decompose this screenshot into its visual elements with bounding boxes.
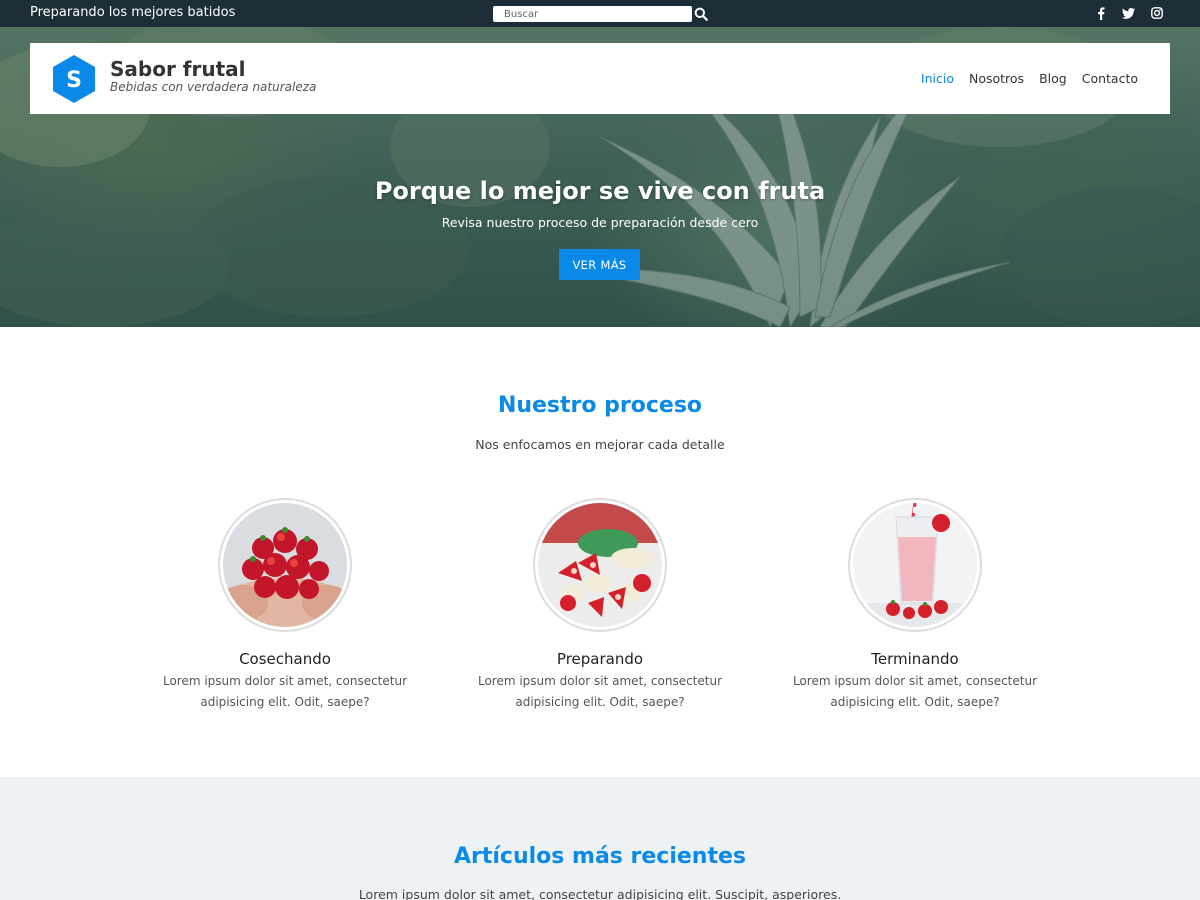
step-description: Lorem ipsum dolor sit amet, consectetur … [477,674,723,709]
instagram-icon[interactable] [1150,6,1164,20]
top-bar: Preparando los mejores batidos [0,0,1200,27]
process-step: Preparando Lorem ipsum dolor sit amet, c… [460,498,740,713]
hero-title: Porque lo mejor se vive con fruta [374,177,826,205]
brand-slogan: Bebidas con verdadera naturaleza [110,80,317,94]
search-input[interactable] [493,6,692,22]
logo-letter: S [66,68,82,93]
step-title: Preparando [556,650,644,668]
nav-item-blog[interactable]: Blog [1039,71,1067,86]
step-description: Lorem ipsum dolor sit amet, consectetur … [792,674,1038,709]
step-description: Lorem ipsum dolor sit amet, consectetur … [162,674,408,709]
search-icon[interactable] [694,6,710,22]
process-section-title: Nuestro proceso [497,393,703,418]
process-step: Terminando Lorem ipsum dolor sit amet, c… [775,498,1055,713]
nav-item-nosotros[interactable]: Nosotros [969,71,1024,86]
nav-item-contacto[interactable]: Contacto [1082,71,1138,86]
hero-subtitle: Revisa nuestro proceso de preparación de… [441,215,759,230]
top-bar-tagline: Preparando los mejores batidos [30,5,236,20]
articles-section-title: Artículos más recientes [453,844,747,869]
main-nav: Inicio Nosotros Blog Contacto [921,71,1138,86]
process-section-subtitle: Nos enfocamos en mejorar cada detalle [475,437,725,452]
see-more-button[interactable]: VER MÁS [559,249,640,280]
twitter-icon[interactable] [1121,6,1135,20]
hexagon-logo-icon[interactable]: S [52,54,96,104]
site-header: S Sabor frutal Bebidas con verdadera nat… [30,43,1170,114]
brand-name[interactable]: Sabor frutal [110,57,246,81]
strawberries-harvest-image [218,498,352,632]
process-step: Cosechando Lorem ipsum dolor sit amet, c… [145,498,425,713]
facebook-icon[interactable] [1094,6,1108,20]
articles-section-subtitle: Lorem ipsum dolor sit amet, consectetur … [358,887,842,900]
nav-item-inicio[interactable]: Inicio [921,71,954,86]
fruit-preparation-image [533,498,667,632]
smoothie-glass-image [848,498,982,632]
step-title: Terminando [871,650,959,668]
recent-articles-section: Artículos más recientes Lorem ipsum dolo… [0,777,1200,900]
step-title: Cosechando [239,650,331,668]
